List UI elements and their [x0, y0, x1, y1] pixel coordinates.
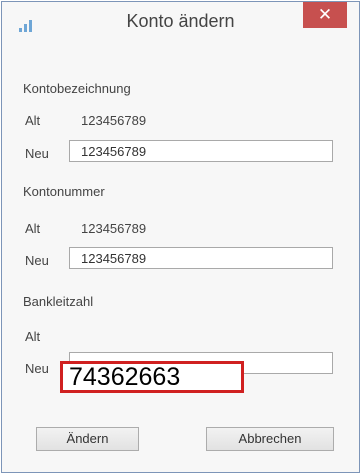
- dialog-window: Konto ändern ✕: [1, 1, 360, 473]
- new-label: Neu: [25, 253, 49, 268]
- section-title-kontonummer: Kontonummer: [23, 184, 105, 199]
- section-title-kontobezeichnung: Kontobezeichnung: [23, 81, 131, 96]
- kontobezeichnung-new-input[interactable]: 123456789: [69, 140, 333, 162]
- kontonummer-new-input[interactable]: 123456789: [69, 247, 333, 269]
- old-label: Alt: [25, 329, 41, 344]
- old-label: Alt: [25, 221, 41, 236]
- old-value-kontonummer: 123456789: [81, 221, 147, 236]
- new-label: Neu: [25, 146, 49, 161]
- title-bar: Konto ändern ✕: [2, 2, 359, 36]
- highlighted-bankleitzahl-value: 74362663: [60, 361, 244, 393]
- close-button[interactable]: ✕: [303, 2, 347, 28]
- old-value-kontobezeichnung: 123456789: [81, 113, 147, 128]
- cancel-button[interactable]: Abbrechen: [206, 427, 334, 451]
- section-title-bankleitzahl: Bankleitzahl: [23, 294, 94, 309]
- apply-button[interactable]: Ändern: [36, 427, 139, 451]
- old-label: Alt: [25, 113, 41, 128]
- new-label: Neu: [25, 361, 49, 376]
